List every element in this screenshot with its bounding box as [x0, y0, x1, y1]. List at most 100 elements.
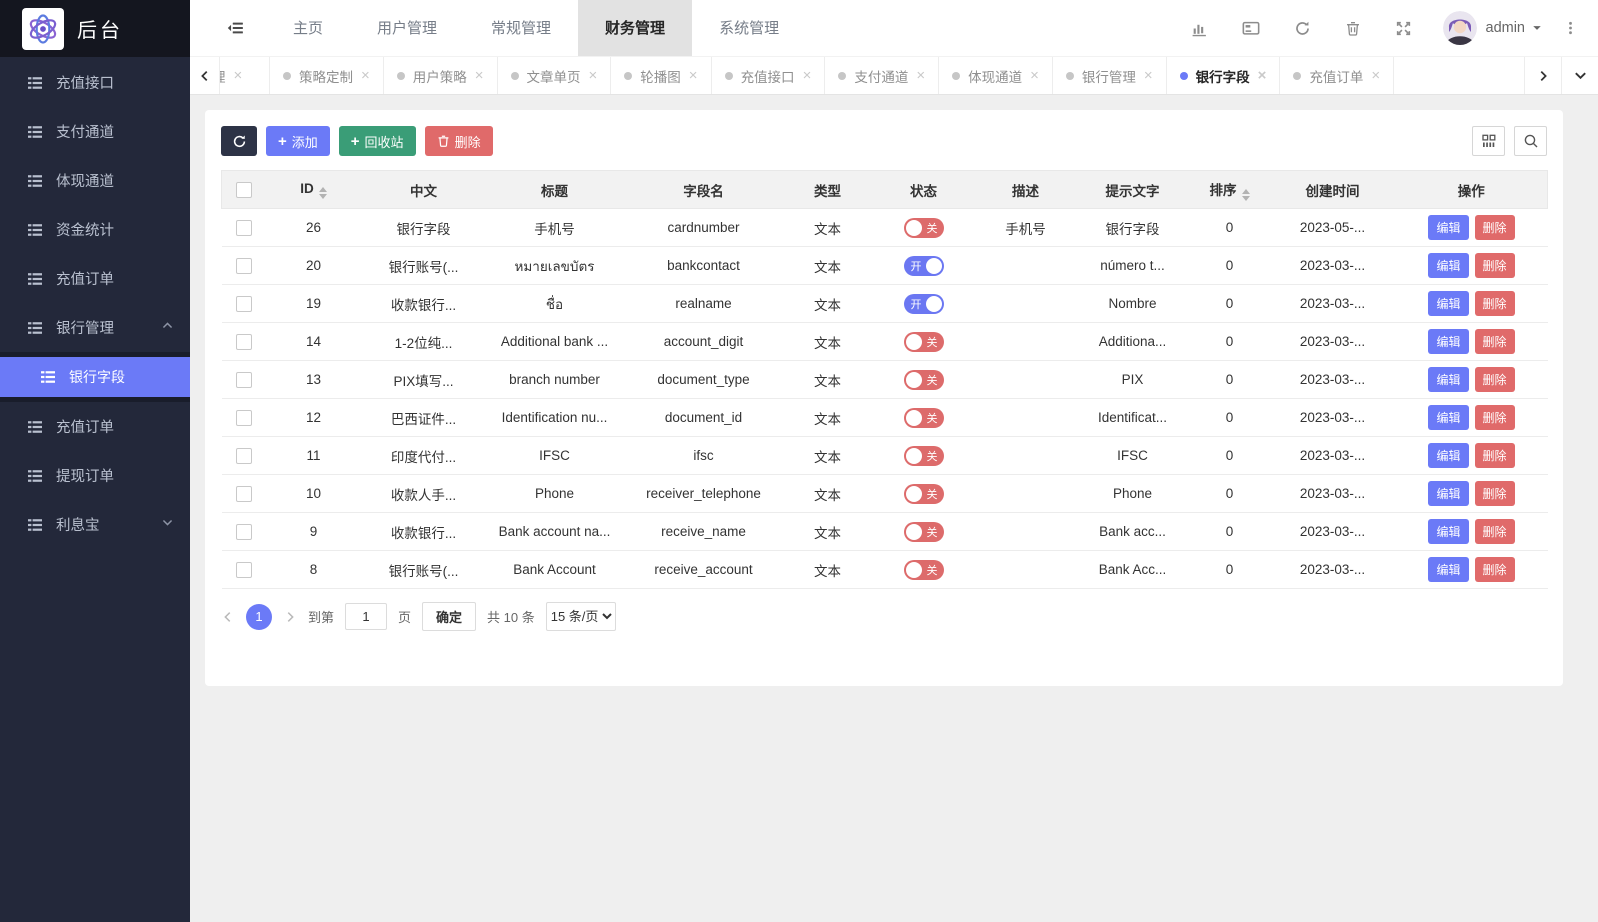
recycle-bin-button[interactable]: + 回收站 — [339, 126, 416, 156]
sidebar-item[interactable]: 充值接口 — [0, 58, 190, 107]
delete-button[interactable]: 删除 — [425, 126, 493, 156]
close-icon[interactable]: × — [803, 68, 812, 83]
row-checkbox[interactable] — [236, 486, 252, 502]
trash-icon[interactable] — [1328, 20, 1378, 37]
edit-button[interactable]: 编辑 — [1428, 405, 1468, 430]
sidebar-collapse-icon[interactable] — [226, 19, 244, 37]
row-delete-button[interactable]: 删除 — [1475, 215, 1515, 240]
status-toggle[interactable]: 关 — [904, 370, 944, 390]
status-toggle[interactable]: 关 — [904, 332, 944, 352]
row-checkbox[interactable] — [236, 372, 252, 388]
nav-item[interactable]: 系统管理 — [692, 0, 806, 56]
tab[interactable]: 支付通道× — [825, 57, 939, 94]
status-toggle[interactable]: 关 — [904, 484, 944, 504]
user-menu[interactable]: admin — [1486, 20, 1544, 36]
next-page-icon[interactable] — [283, 610, 297, 624]
edit-button[interactable]: 编辑 — [1428, 253, 1468, 278]
column-header[interactable]: ID — [266, 171, 362, 209]
row-delete-button[interactable]: 删除 — [1475, 329, 1515, 354]
row-checkbox[interactable] — [236, 524, 252, 540]
card-icon[interactable] — [1225, 19, 1277, 37]
sidebar-item[interactable]: 充值订单 — [0, 402, 190, 451]
edit-button[interactable]: 编辑 — [1428, 443, 1468, 468]
close-icon[interactable]: × — [1371, 68, 1380, 83]
row-delete-button[interactable]: 删除 — [1475, 481, 1515, 506]
tab[interactable]: 文章单页× — [498, 57, 612, 94]
close-icon[interactable]: × — [1144, 68, 1153, 83]
row-delete-button[interactable]: 删除 — [1475, 405, 1515, 430]
search-toggle-button[interactable] — [1514, 126, 1547, 156]
avatar[interactable] — [1443, 11, 1477, 45]
nav-item[interactable]: 常规管理 — [464, 0, 578, 56]
add-button[interactable]: + 添加 — [266, 126, 330, 156]
tab[interactable]: 体现通道× — [939, 57, 1053, 94]
close-icon[interactable]: × — [689, 68, 698, 83]
sidebar-item[interactable]: 体现通道 — [0, 156, 190, 205]
close-icon[interactable]: × — [361, 68, 370, 83]
sidebar-item[interactable]: 充值订单 — [0, 254, 190, 303]
status-toggle[interactable]: 开 — [904, 256, 944, 276]
sidebar-item[interactable]: 银行管理 — [0, 303, 190, 352]
nav-item[interactable]: 用户管理 — [350, 0, 464, 56]
prev-page-icon[interactable] — [221, 610, 235, 624]
refresh-button[interactable] — [221, 126, 257, 156]
tab[interactable]: 策略定制× — [270, 57, 384, 94]
select-all-checkbox[interactable] — [236, 182, 252, 198]
status-toggle[interactable]: 开 — [904, 294, 944, 314]
current-page-button[interactable]: 1 — [246, 604, 272, 630]
close-icon[interactable]: × — [475, 68, 484, 83]
sidebar-item[interactable]: 资金统计 — [0, 205, 190, 254]
edit-button[interactable]: 编辑 — [1428, 367, 1468, 392]
sidebar-item[interactable]: 支付通道 — [0, 107, 190, 156]
tab[interactable]: 充值接口× — [712, 57, 826, 94]
tab-clipped[interactable]: 理 × — [220, 57, 270, 94]
sort-icon[interactable] — [319, 187, 327, 199]
row-checkbox[interactable] — [236, 296, 252, 312]
row-delete-button[interactable]: 删除 — [1475, 443, 1515, 468]
edit-button[interactable]: 编辑 — [1428, 329, 1468, 354]
row-delete-button[interactable]: 删除 — [1475, 367, 1515, 392]
sidebar-item[interactable]: 利息宝 — [0, 500, 190, 549]
row-checkbox[interactable] — [236, 334, 252, 350]
column-header[interactable]: 排序 — [1190, 171, 1270, 209]
fullscreen-icon[interactable] — [1378, 20, 1429, 37]
refresh-icon[interactable] — [1277, 20, 1328, 37]
status-toggle[interactable]: 关 — [904, 408, 944, 428]
tab[interactable]: 用户策略× — [384, 57, 498, 94]
tab[interactable]: 银行管理× — [1053, 57, 1167, 94]
status-toggle[interactable]: 关 — [904, 522, 944, 542]
status-toggle[interactable]: 关 — [904, 218, 944, 238]
confirm-page-button[interactable]: 确定 — [422, 602, 476, 631]
nav-item[interactable]: 财务管理 — [578, 0, 692, 56]
sort-icon[interactable] — [1242, 189, 1250, 201]
tabs-menu-chevron-icon[interactable] — [1561, 57, 1598, 94]
sidebar-subitem[interactable]: 银行字段 — [0, 357, 190, 397]
row-delete-button[interactable]: 删除 — [1475, 557, 1515, 582]
status-toggle[interactable]: 关 — [904, 560, 944, 580]
tab[interactable]: 轮播图× — [611, 57, 711, 94]
row-checkbox[interactable] — [236, 448, 252, 464]
tabs-scroll-left-icon[interactable] — [190, 57, 220, 94]
close-icon[interactable]: × — [234, 68, 243, 83]
page-size-select[interactable]: 15 条/页 — [546, 602, 616, 631]
close-icon[interactable]: × — [916, 68, 925, 83]
tab[interactable]: 银行字段× — [1167, 57, 1281, 94]
close-icon[interactable]: × — [1030, 68, 1039, 83]
page-number-input[interactable] — [345, 603, 387, 630]
sidebar-item[interactable]: 提现订单 — [0, 451, 190, 500]
row-checkbox[interactable] — [236, 410, 252, 426]
edit-button[interactable]: 编辑 — [1428, 481, 1468, 506]
edit-button[interactable]: 编辑 — [1428, 519, 1468, 544]
tabs-scroll-right-icon[interactable] — [1524, 57, 1561, 94]
edit-button[interactable]: 编辑 — [1428, 557, 1468, 582]
close-icon[interactable]: × — [1258, 68, 1267, 83]
chart-icon[interactable] — [1174, 20, 1225, 37]
kebab-menu-icon[interactable] — [1543, 20, 1584, 36]
row-checkbox[interactable] — [236, 220, 252, 236]
row-delete-button[interactable]: 删除 — [1475, 519, 1515, 544]
close-icon[interactable]: × — [589, 68, 598, 83]
edit-button[interactable]: 编辑 — [1428, 291, 1468, 316]
nav-item[interactable]: 主页 — [266, 0, 350, 56]
row-delete-button[interactable]: 删除 — [1475, 253, 1515, 278]
row-delete-button[interactable]: 删除 — [1475, 291, 1515, 316]
